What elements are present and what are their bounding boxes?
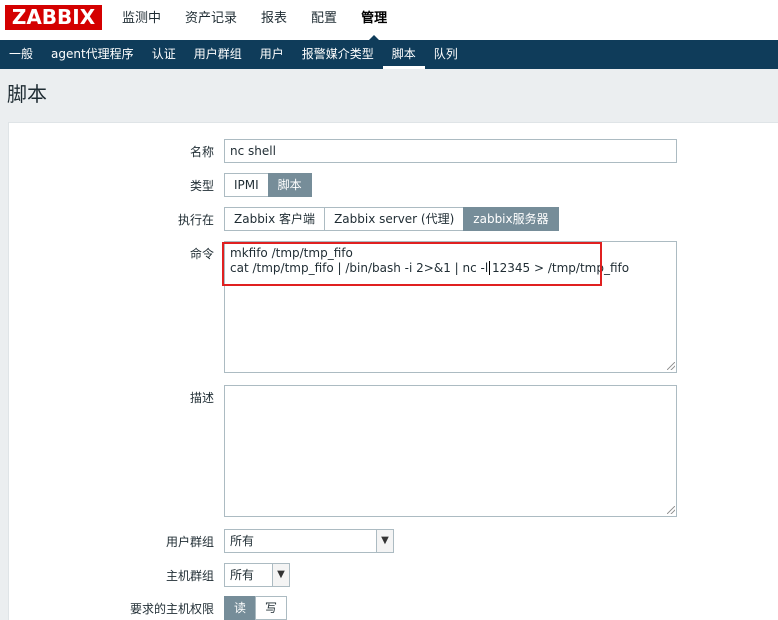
command-resize-grip[interactable] xyxy=(667,362,675,370)
description-label: 描述 xyxy=(189,391,214,405)
chevron-down-icon: ▼ xyxy=(376,530,393,552)
execute-on-label: 执行在 xyxy=(177,213,214,227)
main-menu-administration[interactable]: 管理 xyxy=(349,0,399,41)
user-group-select[interactable]: 所有 ▼ xyxy=(224,529,394,553)
host-permission-read[interactable]: 读 xyxy=(224,596,257,620)
host-permission-label: 要求的主机权限 xyxy=(129,602,214,616)
script-form: 名称 类型 IPMI 脚本 执行在 Zabbix 客户端 Zabbix serv… xyxy=(8,122,778,620)
top-bar: ZABBIX 监测中 资产记录 报表 配置 管理 xyxy=(0,0,778,41)
page-title: 脚本 xyxy=(7,82,47,106)
execute-on-agent[interactable]: Zabbix 客户端 xyxy=(224,207,326,231)
sub-menu-proxies[interactable]: agent代理程序 xyxy=(42,40,143,69)
main-menu-configuration[interactable]: 配置 xyxy=(299,0,349,40)
main-menu-inventory[interactable]: 资产记录 xyxy=(173,0,249,40)
description-resize-grip[interactable] xyxy=(667,506,675,514)
sub-menu-authentication[interactable]: 认证 xyxy=(143,40,185,69)
sub-menu: 一般 agent代理程序 认证 用户群组 用户 报警媒介类型 脚本 队列 xyxy=(0,40,778,69)
host-group-label: 主机群组 xyxy=(165,569,214,583)
sub-menu-scripts[interactable]: 脚本 xyxy=(382,40,425,69)
host-permission-selector: 读 写 xyxy=(224,596,288,620)
description-textarea[interactable] xyxy=(224,385,677,517)
sub-menu-media-types[interactable]: 报警媒介类型 xyxy=(293,40,383,69)
main-menu-monitoring[interactable]: 监测中 xyxy=(110,0,173,40)
user-group-selected-value: 所有 xyxy=(230,534,255,548)
type-option-ipmi[interactable]: IPMI xyxy=(224,173,269,197)
main-menu: 监测中 资产记录 报表 配置 管理 xyxy=(110,0,399,41)
command-textarea[interactable]: mkfifo /tmp/tmp_fifo cat /tmp/tmp_fifo |… xyxy=(224,241,677,373)
execute-on-selector: Zabbix 客户端 Zabbix server (代理) zabbix服务器 xyxy=(224,207,559,231)
user-group-label: 用户群组 xyxy=(165,535,214,549)
name-input[interactable] xyxy=(224,139,677,163)
execute-on-zabbix-server[interactable]: zabbix服务器 xyxy=(463,207,559,231)
host-group-selected-value: 所有 xyxy=(230,568,255,582)
command-label: 命令 xyxy=(189,247,214,261)
zabbix-logo[interactable]: ZABBIX xyxy=(5,5,102,30)
sub-menu-queue[interactable]: 队列 xyxy=(425,40,467,69)
sub-menu-general[interactable]: 一般 xyxy=(0,40,42,69)
text-cursor xyxy=(489,261,490,275)
type-option-script[interactable]: 脚本 xyxy=(267,173,312,197)
chevron-down-icon: ▼ xyxy=(272,564,289,586)
main-menu-reports[interactable]: 报表 xyxy=(249,0,299,40)
execute-on-server-proxy[interactable]: Zabbix server (代理) xyxy=(324,207,465,231)
host-permission-write[interactable]: 写 xyxy=(255,596,288,620)
sub-menu-user-groups[interactable]: 用户群组 xyxy=(185,40,251,69)
name-label: 名称 xyxy=(189,145,214,159)
type-selector: IPMI 脚本 xyxy=(224,173,312,197)
sub-menu-users[interactable]: 用户 xyxy=(251,40,293,69)
host-group-select[interactable]: 所有 ▼ xyxy=(224,563,290,587)
type-label: 类型 xyxy=(189,179,214,193)
